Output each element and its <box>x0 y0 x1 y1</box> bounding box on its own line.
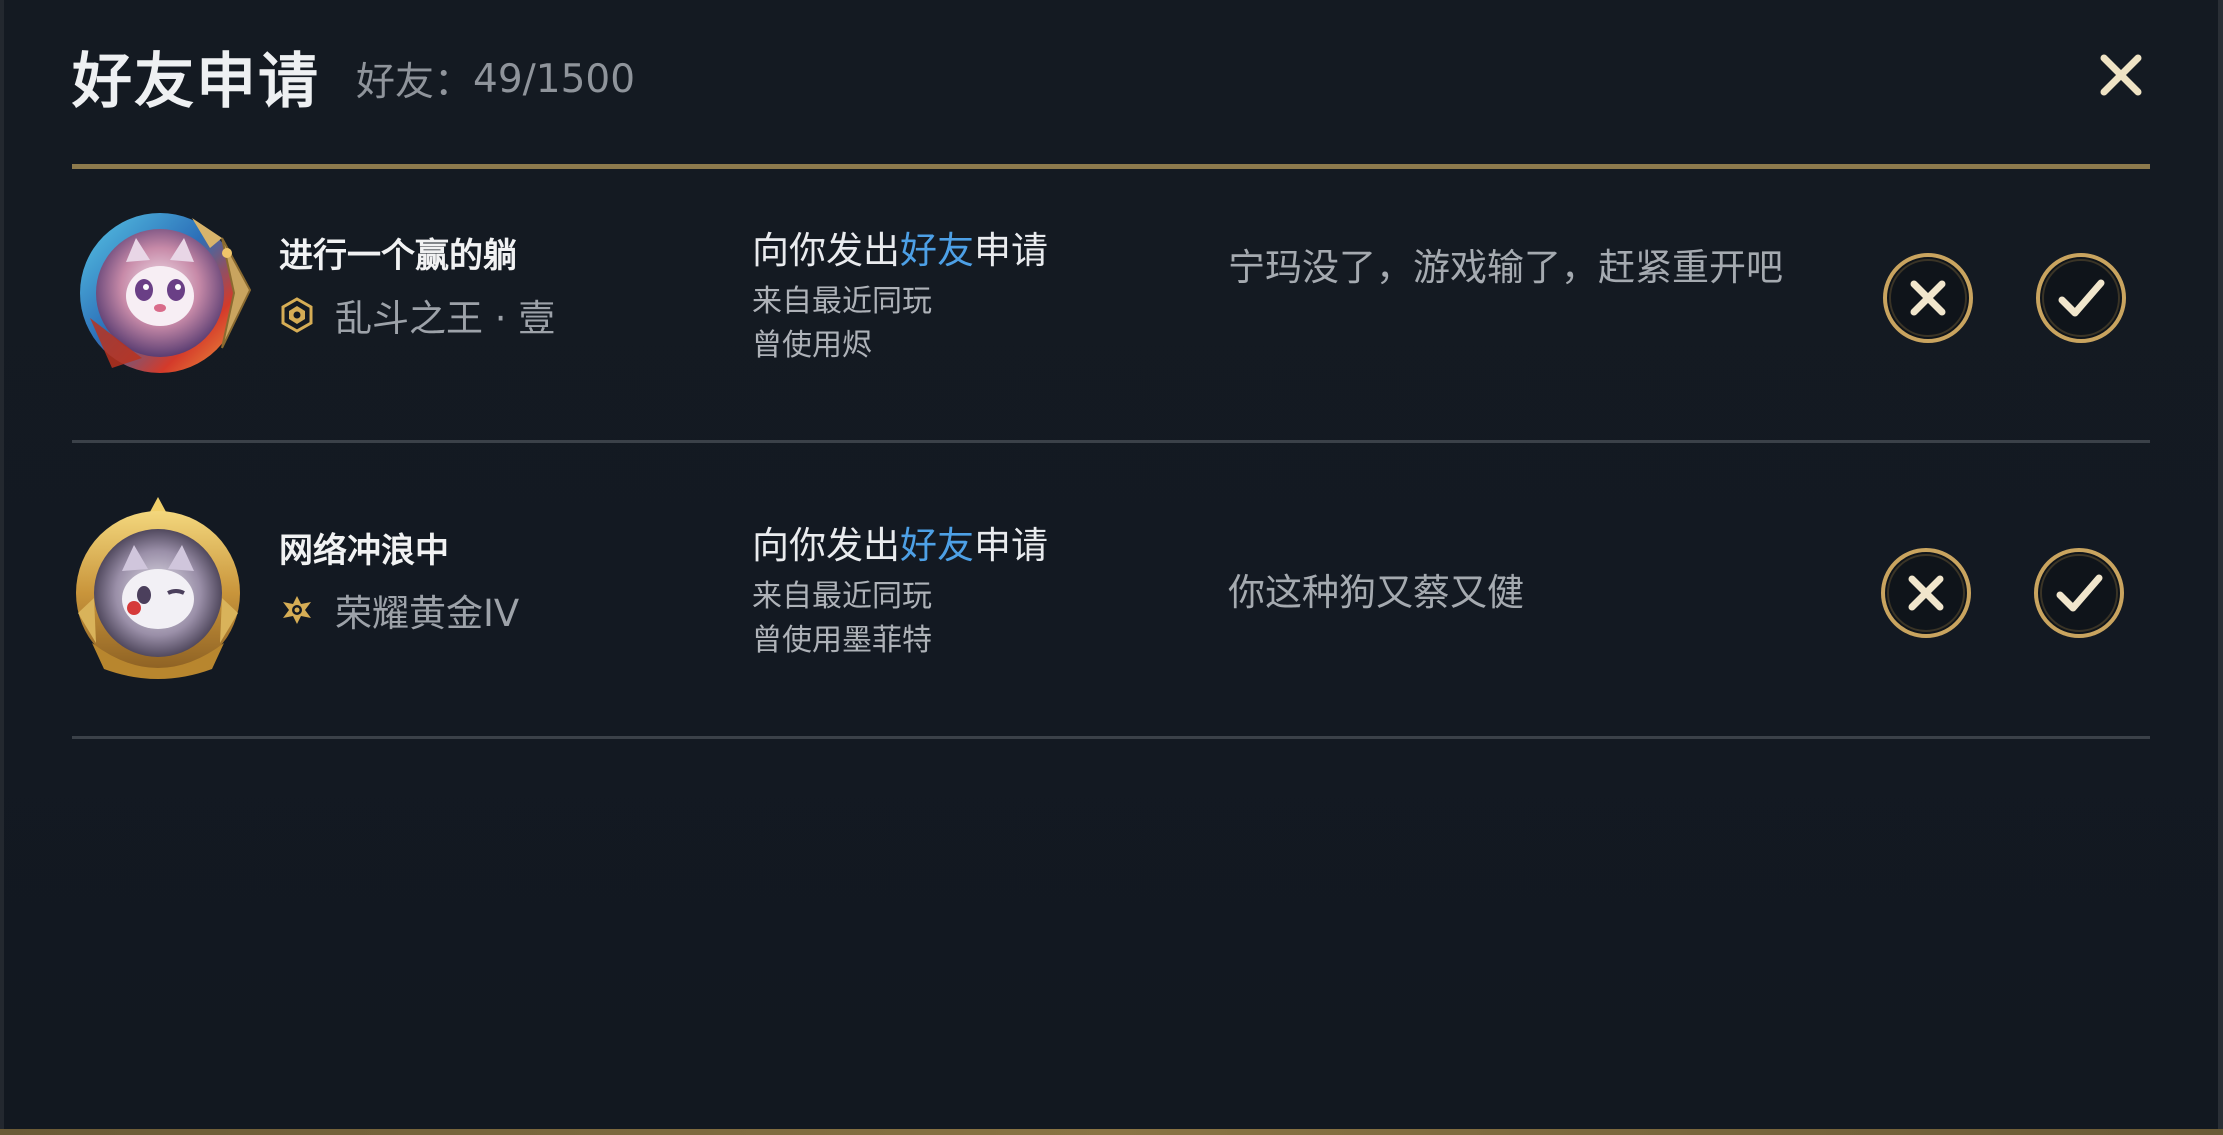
player-rank: 乱斗之王 · 壹 <box>279 288 555 342</box>
row-divider <box>72 736 2150 739</box>
friend-request-row: 网络冲浪中 荣耀黄金IV 向你发出好友申请 来自最近同玩 曾使用墨菲特 你这种狗… <box>72 465 2150 737</box>
used-champion: 曾使用烬 <box>752 328 872 363</box>
player-name: 网络冲浪中 <box>279 531 449 571</box>
friend-count-value: 49/1500 <box>473 56 636 102</box>
rank-name: 荣耀黄金IV <box>335 592 520 635</box>
request-highlight: 好友 <box>900 524 974 567</box>
request-message: 你这种狗又蔡又健 <box>1228 571 1524 614</box>
used-champion: 曾使用墨菲特 <box>752 623 932 658</box>
close-icon <box>2100 54 2142 96</box>
aram-rank-icon <box>281 297 313 333</box>
close-button[interactable] <box>2092 46 2150 104</box>
row-divider <box>72 440 2150 443</box>
request-prefix: 向你发出 <box>752 524 900 567</box>
player-avatar[interactable] <box>72 493 258 679</box>
player-avatar[interactable] <box>72 198 258 384</box>
request-info: 向你发出好友申请 来自最近同玩 曾使用墨菲特 <box>752 515 1212 663</box>
reject-button[interactable] <box>1882 252 1974 344</box>
player-name: 进行一个赢的躺 <box>279 236 517 276</box>
request-text: 向你发出好友申请 <box>752 220 1212 274</box>
friend-request-panel: 好友申请 好友： 49/1500 进行一个赢的躺 乱斗之王 · 壹 向你发出好友… <box>0 0 2223 1135</box>
accept-check-icon <box>2034 548 2124 638</box>
request-message: 宁玛没了，游戏输了，赶紧重开吧 <box>1228 246 1783 289</box>
request-suffix: 申请 <box>974 229 1048 272</box>
accept-button[interactable] <box>2033 547 2125 639</box>
request-info: 向你发出好友申请 来自最近同玩 曾使用烬 <box>752 220 1212 368</box>
player-rank: 荣耀黄金IV <box>279 583 519 637</box>
friend-count-label: 好友： <box>356 60 474 105</box>
reject-x-icon <box>1881 548 1971 638</box>
accept-button[interactable] <box>2035 252 2127 344</box>
header-divider <box>72 164 2150 169</box>
request-prefix: 向你发出 <box>752 229 900 272</box>
friend-request-row: 进行一个赢的躺 乱斗之王 · 壹 向你发出好友申请 来自最近同玩 曾使用烬 宁玛… <box>72 170 2150 442</box>
panel-title: 好友申请 <box>72 46 320 117</box>
friend-count: 好友： 49/1500 <box>356 51 635 107</box>
rank-name: 乱斗之王 · 壹 <box>335 297 556 340</box>
reject-x-icon <box>1883 253 1973 343</box>
panel-header: 好友申请 好友： 49/1500 <box>72 36 635 117</box>
request-highlight: 好友 <box>900 229 974 272</box>
request-suffix: 申请 <box>974 524 1048 567</box>
request-text: 向你发出好友申请 <box>752 515 1212 569</box>
request-source: 来自最近同玩 <box>752 579 932 614</box>
gold-rank-icon <box>283 596 311 624</box>
panel-bottom-border <box>0 1129 2223 1135</box>
accept-check-icon <box>2036 253 2126 343</box>
reject-button[interactable] <box>1880 547 1972 639</box>
request-source: 来自最近同玩 <box>752 284 932 319</box>
